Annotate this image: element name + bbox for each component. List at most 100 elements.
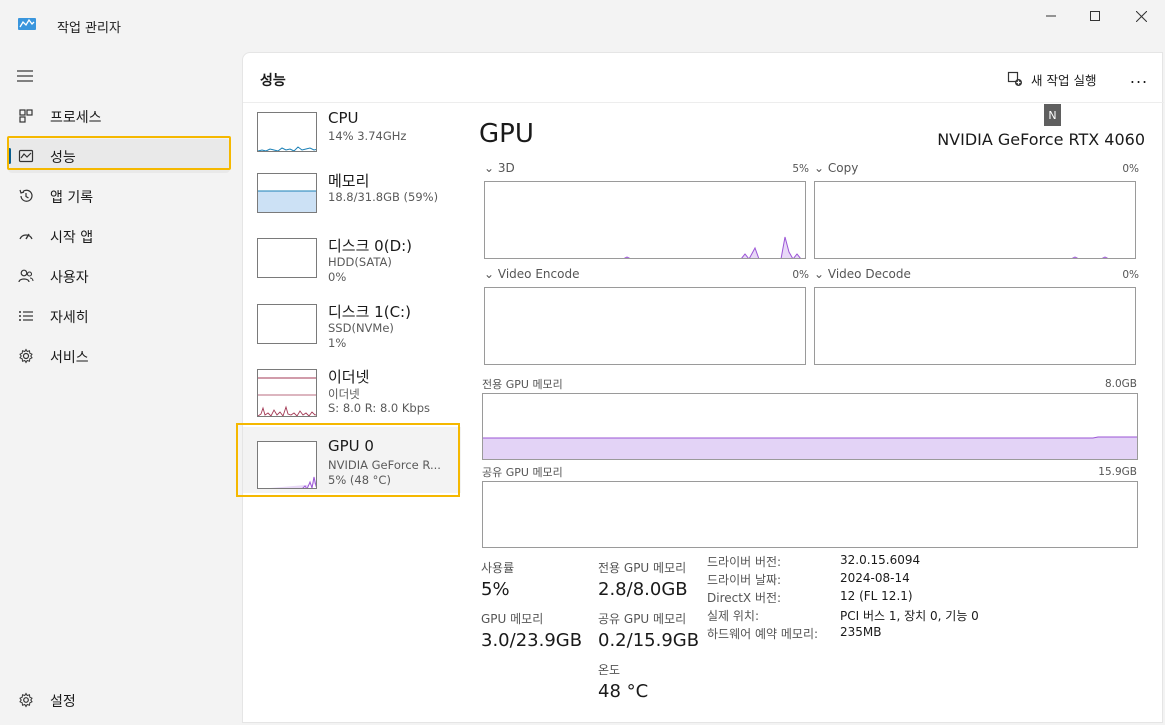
graph-3d-percent: 5% [792, 163, 809, 175]
run-new-task-button[interactable]: 새 작업 실행 [1007, 69, 1096, 89]
nav-item-performance[interactable]: 성능 [8, 139, 230, 173]
page-title: 성능 [260, 73, 286, 89]
graph-video-encode-label[interactable]: ⌄ Video Encode [484, 267, 579, 281]
nav-item-startup-apps[interactable]: 시작 앱 [8, 219, 230, 253]
run-new-task-label: 새 작업 실행 [1031, 72, 1097, 88]
graph-video-encode [484, 287, 806, 365]
physical-location-value: PCI 버스 1, 장치 0, 기능 0 [840, 609, 979, 623]
gpu-detail-panel: GPU NVIDIA GeForce RTX 4060 ⌄ 3D 5% ⌄ Co… [479, 113, 1149, 713]
device-name: GPU 0 [328, 437, 374, 455]
chevron-down-icon: ⌄ [814, 267, 825, 281]
performance-panel: 성능 새 작업 실행 ... N CPU 14% 3.74GHz 메모리 18.… [236, 52, 1164, 723]
driver-version-value: 32.0.15.6094 [840, 553, 921, 567]
device-name: 메모리 [328, 172, 370, 190]
device-list: CPU 14% 3.74GHz 메모리 18.8/31.8GB (59%) 디스… [236, 103, 463, 723]
graph-video-encode-percent: 0% [792, 269, 809, 281]
device-item-cpu[interactable]: CPU 14% 3.74GHz [243, 104, 461, 170]
dedicated-memory-label: 전용 GPU 메모리 [598, 561, 687, 575]
directx-version-value: 12 (FL 12.1) [840, 589, 913, 603]
close-button[interactable] [1118, 4, 1164, 28]
details-icon [17, 308, 35, 324]
device-detail: SSD(NVMe) [328, 321, 394, 335]
performance-icon [17, 148, 35, 164]
app-history-icon [17, 188, 35, 204]
shared-memory-value: 0.2/15.9GB [598, 630, 700, 651]
device-item-disk-1[interactable]: 디스크 1(C:) SSD(NVMe) 1% [243, 296, 461, 362]
maximize-button[interactable] [1072, 4, 1118, 28]
device-name: 디스크 0(D:) [328, 237, 413, 255]
device-detail: 14% 3.74GHz [328, 129, 407, 143]
startup-apps-icon [17, 228, 35, 244]
nav-item-app-history[interactable]: 앱 기록 [8, 179, 230, 213]
directx-version-key: DirectX 버전: [707, 591, 782, 605]
minimize-button[interactable] [1028, 4, 1074, 28]
device-name: 이더넷 [328, 368, 370, 386]
nav-item-services[interactable]: 서비스 [8, 339, 230, 373]
disk-1-thumbnail-graph [257, 304, 317, 344]
nav-item-label: 시작 앱 [50, 230, 94, 246]
navigation-pane: 프로세스 성능 앱 기록 시작 앱 사용자 자세히 서비스 설정 [0, 52, 242, 725]
shared-memory-label: 공유 GPU 메모리 [598, 612, 687, 626]
chevron-down-icon: ⌄ [484, 267, 495, 281]
hamburger-menu-icon[interactable] [16, 68, 34, 84]
device-item-ethernet[interactable]: 이더넷 이더넷 S: 8.0 R: 8.0 Kbps [243, 361, 461, 427]
gpu-memory-value: 3.0/23.9GB [481, 630, 583, 651]
physical-location-key: 실제 위치: [707, 609, 760, 623]
gpu-memory-label: GPU 메모리 [481, 612, 544, 626]
nav-item-label: 서비스 [50, 350, 89, 366]
graph-shared-memory-max: 15.9GB [1098, 466, 1137, 478]
title-bar: 작업 관리자 [0, 0, 1165, 52]
processes-icon [17, 108, 35, 124]
window-title: 작업 관리자 [57, 21, 121, 36]
graph-dedicated-memory [482, 393, 1138, 460]
services-icon [17, 348, 35, 364]
graph-dedicated-memory-label: 전용 GPU 메모리 [482, 378, 563, 391]
chevron-down-icon: ⌄ [484, 161, 495, 175]
nav-item-processes[interactable]: 프로세스 [8, 99, 230, 133]
nav-item-users[interactable]: 사용자 [8, 259, 230, 293]
graph-3d-label[interactable]: ⌄ 3D [484, 161, 515, 175]
close-icon [1135, 10, 1147, 22]
content-header: 성능 새 작업 실행 ... [243, 53, 1164, 103]
driver-date-value: 2024-08-14 [840, 571, 910, 585]
utilization-label: 사용률 [481, 561, 515, 575]
graph-3d [484, 181, 806, 259]
memory-thumbnail-graph [257, 173, 317, 213]
nav-item-label: 성능 [50, 150, 76, 166]
nav-item-label: 프로세스 [50, 110, 102, 126]
device-detail: 18.8/31.8GB (59%) [328, 190, 439, 204]
device-detail: HDD(SATA) [328, 255, 392, 269]
graph-video-decode [814, 287, 1136, 365]
graph-copy-percent: 0% [1122, 163, 1139, 175]
utilization-value: 5% [481, 579, 510, 600]
device-detail: NVIDIA GeForce R... [328, 458, 441, 472]
dedicated-memory-value: 2.8/8.0GB [598, 579, 688, 600]
graph-video-decode-percent: 0% [1122, 269, 1139, 281]
graph-copy-label[interactable]: ⌄ Copy [814, 161, 858, 175]
device-usage: 1% [328, 336, 347, 350]
device-item-disk-0[interactable]: 디스크 0(D:) HDD(SATA) 0% [243, 230, 461, 296]
graph-dedicated-memory-max: 8.0GB [1104, 378, 1137, 390]
device-name: CPU [328, 109, 359, 127]
nav-item-details[interactable]: 자세히 [8, 299, 230, 333]
more-options-button[interactable]: ... [1127, 65, 1151, 89]
graph-copy [814, 181, 1136, 259]
device-item-memory[interactable]: 메모리 18.8/31.8GB (59%) [243, 165, 461, 231]
task-manager-app-icon [18, 18, 36, 30]
device-name: 디스크 1(C:) [328, 303, 411, 321]
graph-video-decode-label[interactable]: ⌄ Video Decode [814, 267, 911, 281]
nav-item-settings[interactable]: 설정 [8, 683, 230, 717]
new-task-icon [1007, 71, 1022, 86]
device-usage: 0% [328, 270, 347, 284]
temperature-label: 온도 [598, 663, 621, 677]
hardware-reserved-memory-key: 하드웨어 예약 메모리: [707, 627, 819, 641]
users-icon [17, 268, 35, 284]
graph-shared-memory [482, 481, 1138, 548]
gpu-model-name: NVIDIA GeForce RTX 4060 [937, 130, 1145, 149]
device-usage: S: 8.0 R: 8.0 Kbps [328, 401, 431, 415]
device-item-gpu-0[interactable]: GPU 0 NVIDIA GeForce R... 5% (48 °C) [243, 427, 461, 493]
maximize-icon [1090, 11, 1100, 21]
temperature-value: 48 °C [598, 681, 649, 702]
device-usage: 5% (48 °C) [328, 473, 391, 487]
disk-0-thumbnail-graph [257, 238, 317, 278]
